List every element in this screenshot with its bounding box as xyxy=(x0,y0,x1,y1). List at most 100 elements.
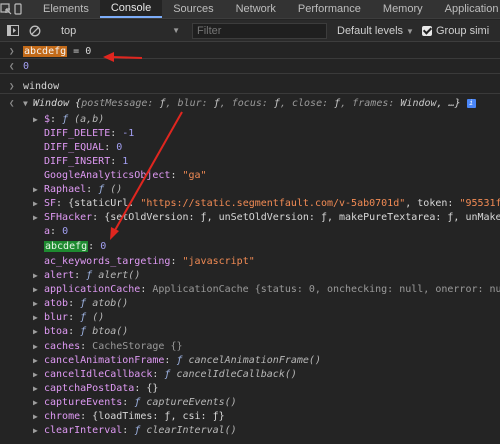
expand-triangle-icon[interactable]: ▶ xyxy=(33,183,38,197)
property-value: CacheStorage {} xyxy=(92,341,183,352)
property-row: DIFF_DELETE: -1 xyxy=(44,128,135,139)
tab-application[interactable]: Application xyxy=(434,0,500,18)
expand-triangle-icon[interactable]: ▶ xyxy=(33,197,38,211)
property-row[interactable]: ▶ SFHacker: {setOldVersion: ƒ, unSetOldV… xyxy=(0,211,500,225)
preview-value: Window xyxy=(400,98,437,109)
property-key: applicationCache xyxy=(44,284,141,295)
expand-triangle-icon[interactable]: ▶ xyxy=(33,283,38,297)
tab-performance[interactable]: Performance xyxy=(287,0,372,18)
property-value: -1 xyxy=(122,128,135,139)
property-row[interactable]: ▶ $: ƒ (a,b) xyxy=(0,113,500,127)
expand-triangle-icon[interactable]: ▶ xyxy=(33,269,38,283)
property-key: caches xyxy=(44,341,81,352)
property-key: alert xyxy=(44,270,75,281)
property-value: btoa() xyxy=(86,326,129,337)
property-value: cancelIdleCallback() xyxy=(170,369,297,380)
preview-key: focus xyxy=(231,98,262,109)
property-row[interactable]: ▶ chrome: {loadTimes: ƒ, csi: ƒ} xyxy=(0,410,500,424)
property-key: ac_keywords_targeting xyxy=(44,256,171,267)
clear-console-icon[interactable] xyxy=(26,22,44,40)
expand-triangle-icon[interactable]: ▶ xyxy=(33,354,38,368)
property-row: ac_keywords_targeting: "javascript" xyxy=(44,256,255,267)
group-similar-checkbox[interactable] xyxy=(421,25,432,36)
tab-sources[interactable]: Sources xyxy=(162,0,224,18)
property-row[interactable]: ▶ atob: ƒ atob() xyxy=(0,297,500,311)
expand-triangle-icon[interactable]: ▶ xyxy=(33,113,38,127)
chevron-down-icon: ▼ xyxy=(172,26,180,35)
expand-triangle-icon[interactable]: ▶ xyxy=(33,211,38,225)
property-row: DIFF_INSERT: 1 xyxy=(44,156,129,167)
property-value: clearInterval() xyxy=(140,425,237,436)
preview-key: frames xyxy=(352,98,389,109)
group-similar-toggle[interactable]: Group simi xyxy=(421,24,490,37)
console-input-line[interactable]: ❯ window xyxy=(0,80,500,94)
property-key: DIFF_INSERT xyxy=(44,156,111,167)
tab-memory[interactable]: Memory xyxy=(372,0,434,18)
property-row[interactable]: ▶ btoa: ƒ btoa() xyxy=(0,325,500,339)
property-row-highlighted: abcdefg: 0 xyxy=(44,241,107,252)
property-row[interactable]: ▶ applicationCache: ApplicationCache {st… xyxy=(0,283,500,297)
expand-triangle-icon[interactable]: ▶ xyxy=(33,311,38,325)
input-text: window xyxy=(23,81,60,92)
expand-triangle-icon[interactable]: ▶ xyxy=(33,396,38,410)
property-key: DIFF_DELETE xyxy=(44,128,111,139)
property-row[interactable]: ▶ clearInterval: ƒ clearInterval() xyxy=(0,424,500,438)
expand-triangle-icon[interactable]: ▶ xyxy=(33,410,38,424)
property-row[interactable]: ▶ cancelAnimationFrame: ƒ cancelAnimatio… xyxy=(0,354,500,368)
property-row: DIFF_EQUAL: 0 xyxy=(44,142,123,153)
expand-triangle-icon[interactable]: ▶ xyxy=(33,368,38,382)
property-row[interactable]: ▶ alert: ƒ alert() xyxy=(0,269,500,283)
property-value: {loadTimes: ƒ, csi: ƒ} xyxy=(92,411,225,422)
tab-console[interactable]: Console xyxy=(99,0,163,18)
property-value: , token: xyxy=(405,198,460,209)
console-result-line: ❮ 0 xyxy=(0,60,500,74)
property-row[interactable]: ▶ cancelIdleCallback: ƒ cancelIdleCallba… xyxy=(0,368,500,382)
device-toolbar-icon[interactable] xyxy=(12,0,24,18)
property-value: {staticUrl: xyxy=(68,198,141,209)
context-selector[interactable]: top ▼ xyxy=(61,25,186,37)
property-value: "javascript" xyxy=(182,256,255,267)
highlighted-property-key: abcdefg xyxy=(44,241,89,252)
console-toolbar: top ▼ Default levels▼ Group simi xyxy=(0,20,500,42)
input-prompt-icon: ❯ xyxy=(9,47,15,57)
expand-triangle-icon[interactable]: ▶ xyxy=(33,340,38,354)
property-value: "https://static.segmentfault.com/v-5ab07… xyxy=(140,198,406,209)
property-value: "95531fb xyxy=(459,198,500,209)
brace: , …} xyxy=(436,98,461,109)
inspect-element-icon[interactable] xyxy=(0,0,12,18)
expand-triangle-icon[interactable]: ▶ xyxy=(33,325,38,339)
window-object-summary[interactable]: ❮ ▼ Window {postMessage: ƒ, blur: ƒ, foc… xyxy=(0,97,500,111)
show-sidebar-icon[interactable] xyxy=(4,22,22,40)
property-value: {} xyxy=(146,383,159,394)
property-row[interactable]: ▶ caches: CacheStorage {} xyxy=(0,340,500,354)
log-levels-label: Default levels xyxy=(337,24,404,37)
property-key: captchaPostData xyxy=(44,383,135,394)
tab-network[interactable]: Network xyxy=(225,0,287,18)
property-key: SF xyxy=(44,198,57,209)
property-row[interactable]: ▶ Raphael: ƒ () xyxy=(0,183,500,197)
expand-triangle-icon[interactable]: ▼ xyxy=(23,97,28,111)
expand-triangle-icon[interactable]: ▶ xyxy=(33,382,38,396)
tab-elements[interactable]: Elements xyxy=(32,0,100,18)
property-key: btoa xyxy=(44,326,69,337)
log-levels-dropdown[interactable]: Default levels ▼ xyxy=(337,25,414,37)
expand-triangle-icon[interactable]: ▶ xyxy=(33,297,38,311)
property-row: GoogleAnalyticsObject: "ga" xyxy=(44,170,207,181)
property-value: cancelAnimationFrame() xyxy=(182,355,321,366)
property-row[interactable]: ▶ blur: ƒ () xyxy=(0,311,500,325)
property-row[interactable]: ▶ captchaPostData: {} xyxy=(0,382,500,396)
preview-key: blur xyxy=(177,98,202,109)
property-value: atob() xyxy=(86,298,129,309)
property-row[interactable]: ▶ SF: {staticUrl: "https://static.segmen… xyxy=(0,197,500,211)
filter-input[interactable] xyxy=(192,22,327,39)
property-key: Raphael xyxy=(44,184,87,195)
console-input-line[interactable]: ❯ abcdefg = 0 xyxy=(0,45,500,59)
property-row[interactable]: ▶ captureEvents: ƒ captureEvents() xyxy=(0,396,500,410)
group-similar-label: Group simi xyxy=(435,24,490,37)
property-key: clearInterval xyxy=(44,425,123,436)
expand-triangle-icon[interactable]: ▶ xyxy=(33,424,38,438)
property-value: () xyxy=(86,312,105,323)
info-icon[interactable]: i xyxy=(466,98,476,108)
property-value: captureEvents() xyxy=(140,397,237,408)
property-key: captureEvents xyxy=(44,397,123,408)
